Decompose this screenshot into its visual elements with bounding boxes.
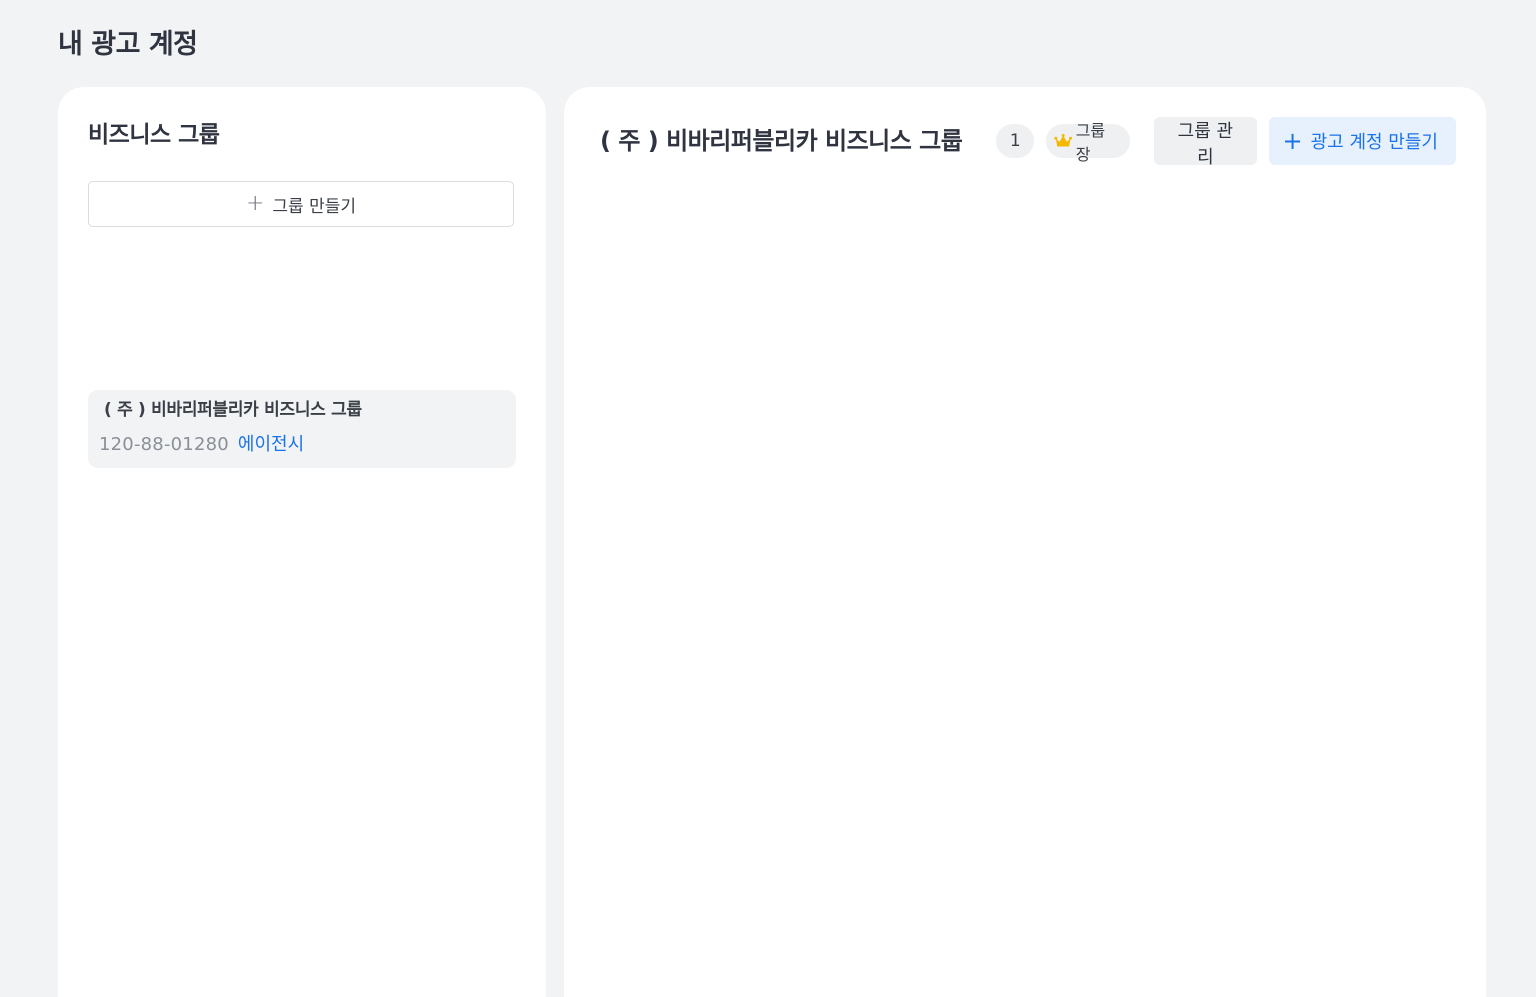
business-group-sidebar: 비즈니스 그룹 + 그룹 만들기 ( 주 ) 비바리퍼블리카 비즈니스 그룹 1… [58, 87, 546, 997]
create-ad-account-button[interactable]: + 광고 계정 만들기 [1268, 117, 1456, 165]
role-label: 그룹장 [1075, 121, 1106, 164]
business-number: 120-88-01280 [99, 434, 229, 455]
create-group-button[interactable]: + 그룹 만들기 [88, 181, 514, 227]
group-list-item[interactable]: ( 주 ) 비바리퍼블리카 비즈니스 그룹 120-88-01280 에이전시 [88, 390, 516, 468]
member-count-badge: 1 [996, 124, 1035, 158]
crown-icon [1054, 134, 1073, 147]
group-name: ( 주 ) 비바리퍼블리카 비즈니스 그룹 [104, 400, 362, 420]
group-detail-panel: ( 주 ) 비바리퍼블리카 비즈니스 그룹 1 그룹장 그룹 관리 + 광고 계… [564, 87, 1486, 997]
plus-icon: + [1282, 127, 1303, 155]
group-title: ( 주 ) 비바리퍼블리카 비즈니스 그룹 [600, 127, 963, 155]
plus-icon: + [245, 191, 265, 216]
page-title: 내 광고 계정 [58, 29, 198, 60]
role-badge: 그룹장 [1046, 121, 1131, 164]
group-header: ( 주 ) 비바리퍼블리카 비즈니스 그룹 1 그룹장 그룹 관리 + 광고 계… [600, 117, 1456, 168]
create-ad-account-label: 광고 계정 만들기 [1310, 132, 1438, 153]
manage-group-button[interactable]: 그룹 관리 [1154, 117, 1257, 168]
agency-tag: 에이전시 [237, 434, 305, 455]
sidebar-heading: 비즈니스 그룹 [88, 122, 220, 148]
create-group-label: 그룹 만들기 [272, 196, 357, 217]
group-meta: 120-88-01280 에이전시 [99, 430, 504, 456]
